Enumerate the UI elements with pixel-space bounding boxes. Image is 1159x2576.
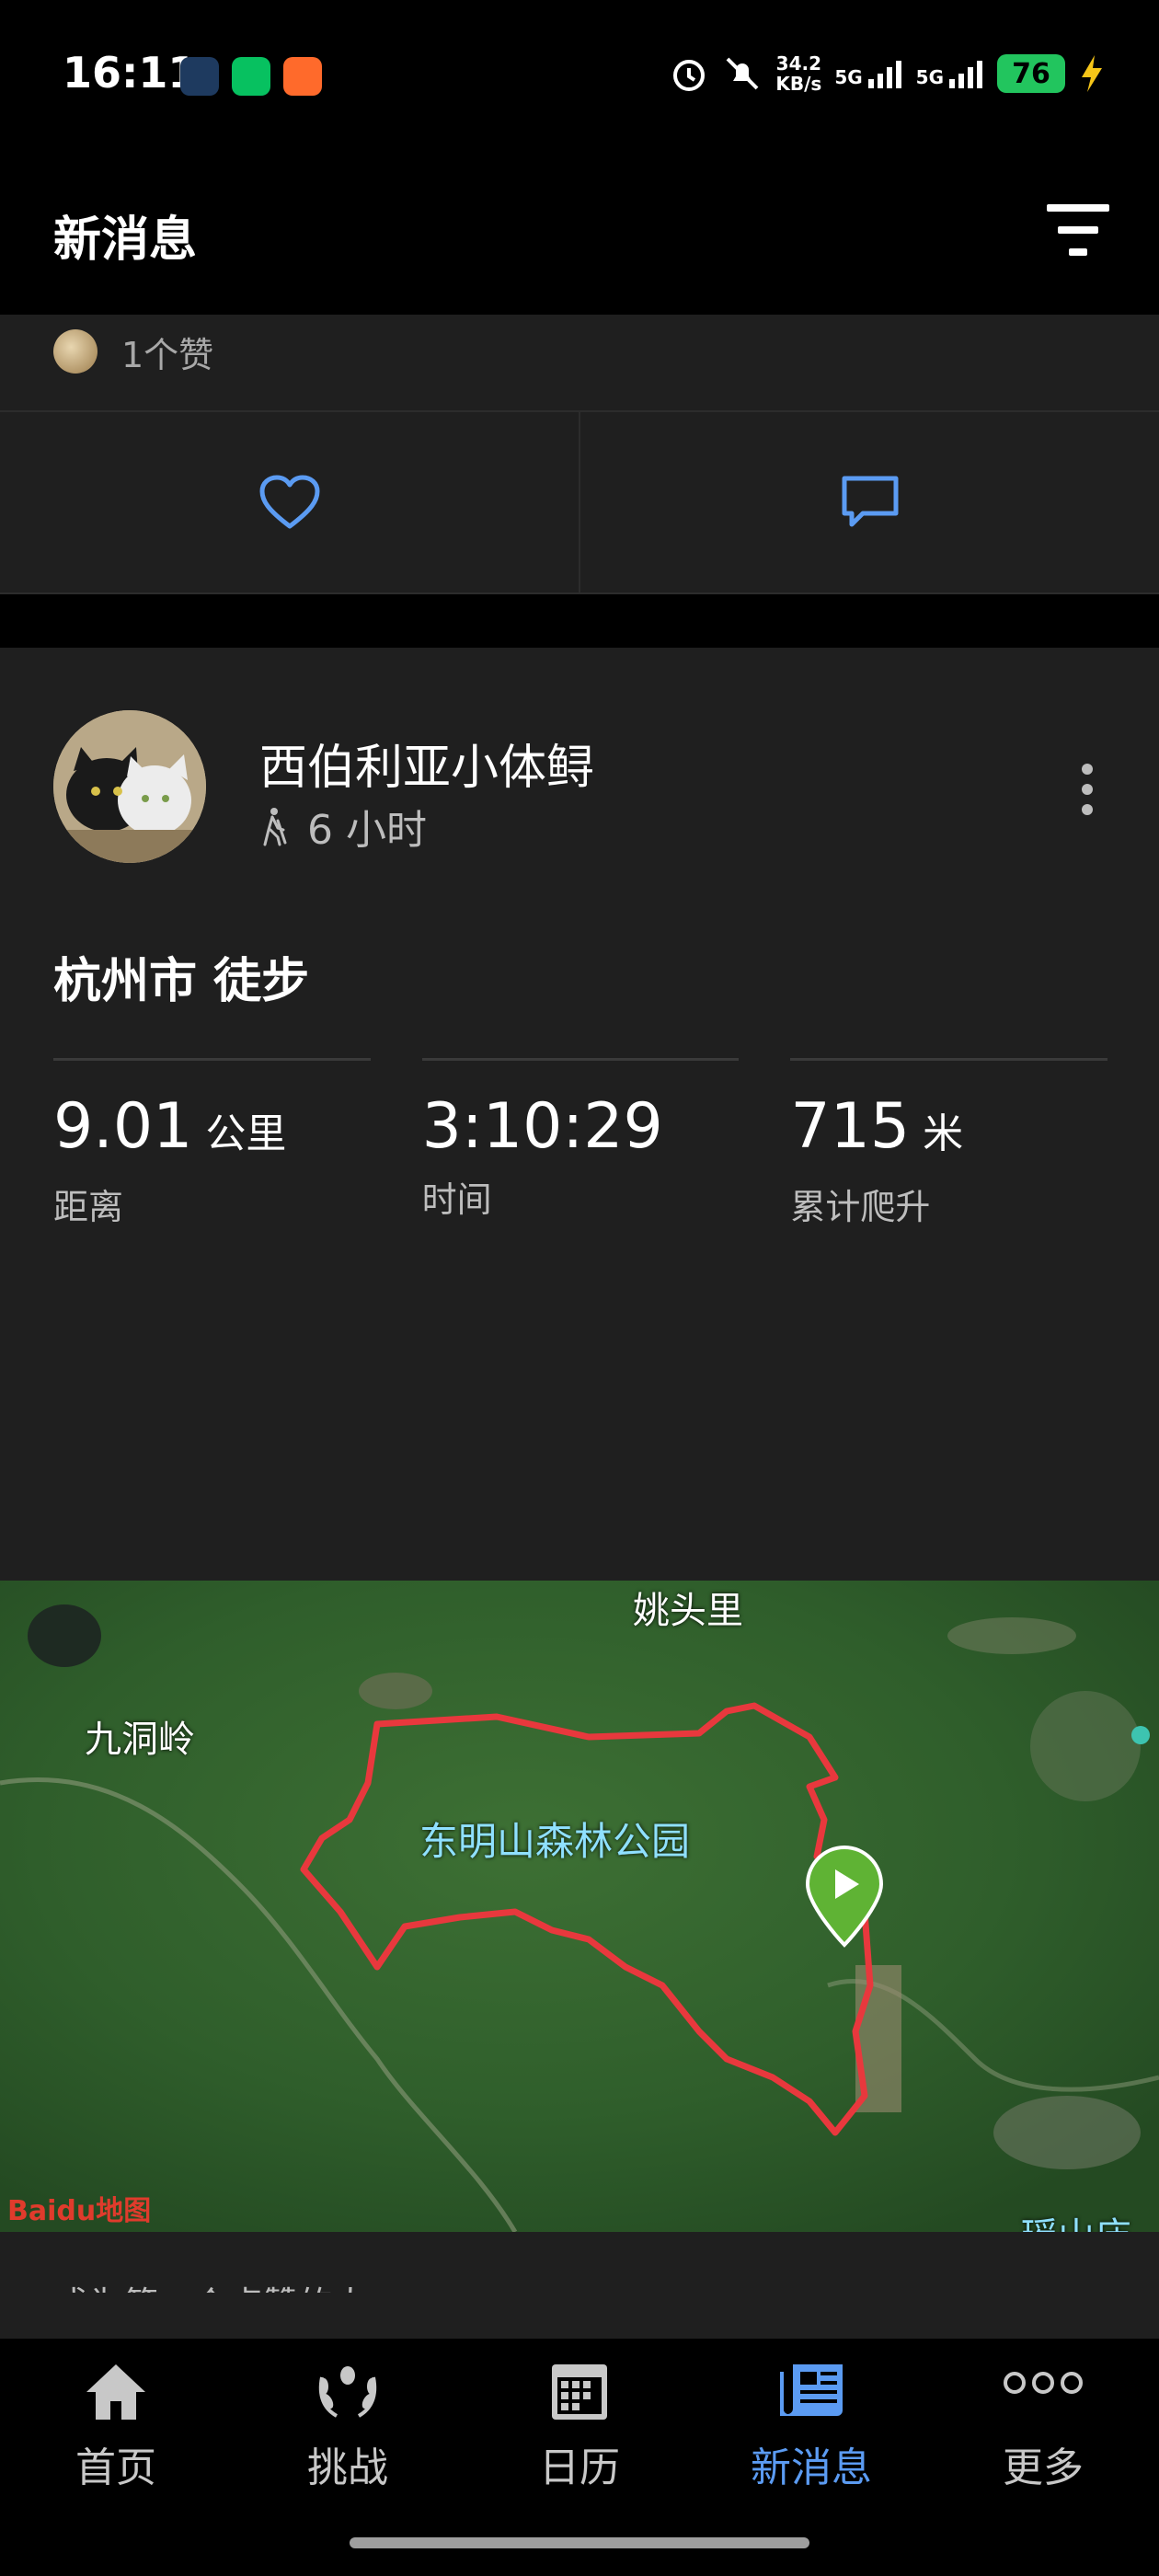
- nav-home[interactable]: 首页: [24, 2361, 208, 2493]
- laurel-icon: [318, 2366, 377, 2418]
- status-bar: 16:11 34.2 KB/s 5G 5G 76: [0, 0, 1159, 156]
- map-label-left: 九洞岭: [85, 1719, 195, 1761]
- comment-icon: [842, 476, 898, 527]
- next-activity-card: [0, 2293, 1159, 2339]
- nav-calendar[interactable]: 日历: [488, 2361, 671, 2493]
- hiking-icon: [263, 808, 287, 846]
- more-dots-icon: [1004, 2372, 1083, 2394]
- likes-count: 1个赞: [121, 334, 214, 375]
- net-speed: 34.2 KB/s: [775, 53, 821, 94]
- battery-indicator: 76: [997, 54, 1065, 93]
- net-speed-value: 34.2: [775, 52, 822, 75]
- bottom-navigation: 首页 挑战 日历 新消息 更多: [0, 2339, 1159, 2576]
- stat-elevation: 715 米 累计爬升: [790, 1058, 1108, 1229]
- comment-button[interactable]: [579, 412, 1159, 592]
- nav-challenges-label: 挑战: [307, 2444, 388, 2491]
- wechat-icon: [232, 57, 270, 96]
- signal-1-label: 5G: [834, 66, 863, 88]
- stat-elevation-value: 715: [790, 1090, 911, 1163]
- map-label-park: 东明山森林公园: [419, 1819, 691, 1864]
- stat-elevation-label: 累计爬升: [790, 1187, 931, 1227]
- nav-news[interactable]: 新消息: [719, 2361, 903, 2493]
- username[interactable]: 西伯利亚小体鲟: [259, 729, 594, 798]
- app-notification-icon: [180, 57, 219, 96]
- activity-card[interactable]: 西伯利亚小体鲟 6 小时 杭州市 徒步 9.01 公里 距离 3:10:29 时…: [0, 648, 1159, 2325]
- stat-elevation-unit: 米: [923, 1110, 964, 1157]
- stat-distance-unit: 公里: [205, 1110, 287, 1157]
- signal-2: 5G: [916, 59, 984, 88]
- route-map[interactable]: 姚头里 九洞岭 东明山森林公园 瑶山庙 Baidu地图: [0, 1581, 1159, 2232]
- signal-1: 5G: [834, 59, 902, 88]
- avatar[interactable]: [53, 710, 206, 863]
- status-right: 34.2 KB/s 5G 5G 76: [669, 53, 1106, 94]
- alarm-icon: [673, 60, 706, 91]
- activity-title[interactable]: 杭州市 徒步: [53, 942, 309, 1011]
- stat-distance: 9.01 公里 距离: [53, 1058, 371, 1229]
- previous-activity-card: 1个赞: [0, 315, 1159, 594]
- more-vertical-icon[interactable]: [1080, 762, 1095, 817]
- status-time: 16:11: [63, 48, 198, 98]
- nav-news-label: 新消息: [751, 2444, 872, 2491]
- stat-time-value: 3:10:29: [421, 1090, 663, 1163]
- home-icon: [86, 2364, 145, 2420]
- stat-distance-label: 距离: [53, 1187, 124, 1227]
- map-label-top: 姚头里: [633, 1590, 743, 1632]
- activity-stats: 9.01 公里 距离 3:10:29 时间 715 米 累计爬升: [53, 1058, 1108, 1229]
- stat-time-label: 时间: [421, 1179, 492, 1220]
- stat-time-value-line: 3:10:29: [422, 1094, 740, 1160]
- feed-list[interactable]: 1个赞 西伯利亚小体鲟 6 小时 杭州市 徒步 9.01 公里 距离 3:10:…: [0, 315, 1159, 2339]
- filter-icon[interactable]: [1041, 197, 1115, 263]
- app-header: 新消息: [0, 156, 1159, 315]
- net-speed-unit: KB/s: [775, 73, 822, 95]
- liker-avatar: [53, 329, 98, 374]
- notification-icons: [180, 57, 322, 96]
- cats-avatar-image: [53, 710, 206, 863]
- nav-calendar-label: 日历: [539, 2444, 620, 2491]
- nav-challenges[interactable]: 挑战: [256, 2361, 440, 2493]
- signal-bars-icon: [867, 61, 901, 88]
- like-button[interactable]: [0, 412, 579, 592]
- nav-more[interactable]: 更多: [951, 2361, 1135, 2493]
- likes-summary[interactable]: 1个赞: [53, 315, 213, 388]
- mute-icon: [726, 57, 759, 90]
- stat-distance-value-line: 9.01 公里: [53, 1094, 371, 1167]
- stat-time: 3:10:29 时间: [421, 1058, 740, 1229]
- stat-distance-value: 9.01: [53, 1090, 193, 1163]
- nav-home-label: 首页: [75, 2444, 156, 2491]
- post-time: 6 小时: [307, 807, 427, 854]
- baidu-map-logo: Baidu地图: [7, 2195, 152, 2227]
- signal-bars-icon: [949, 61, 982, 88]
- news-icon: [780, 2364, 843, 2416]
- satellite-map-image: [0, 1581, 1159, 2232]
- signal-2-label: 5G: [915, 66, 944, 88]
- gesture-home-bar[interactable]: [350, 2537, 809, 2548]
- page-title: 新消息: [53, 213, 198, 268]
- charging-icon: [1082, 55, 1102, 92]
- post-meta: 6 小时: [259, 797, 427, 856]
- stat-elevation-value-line: 715 米: [790, 1094, 1107, 1167]
- calendar-icon: [552, 2364, 607, 2420]
- app-r-icon: [283, 57, 322, 96]
- nav-more-label: 更多: [1003, 2444, 1084, 2491]
- action-row: [0, 410, 1159, 594]
- map-label-bottom-right: 瑶山庙: [1021, 2206, 1131, 2232]
- heart-icon: [259, 475, 319, 529]
